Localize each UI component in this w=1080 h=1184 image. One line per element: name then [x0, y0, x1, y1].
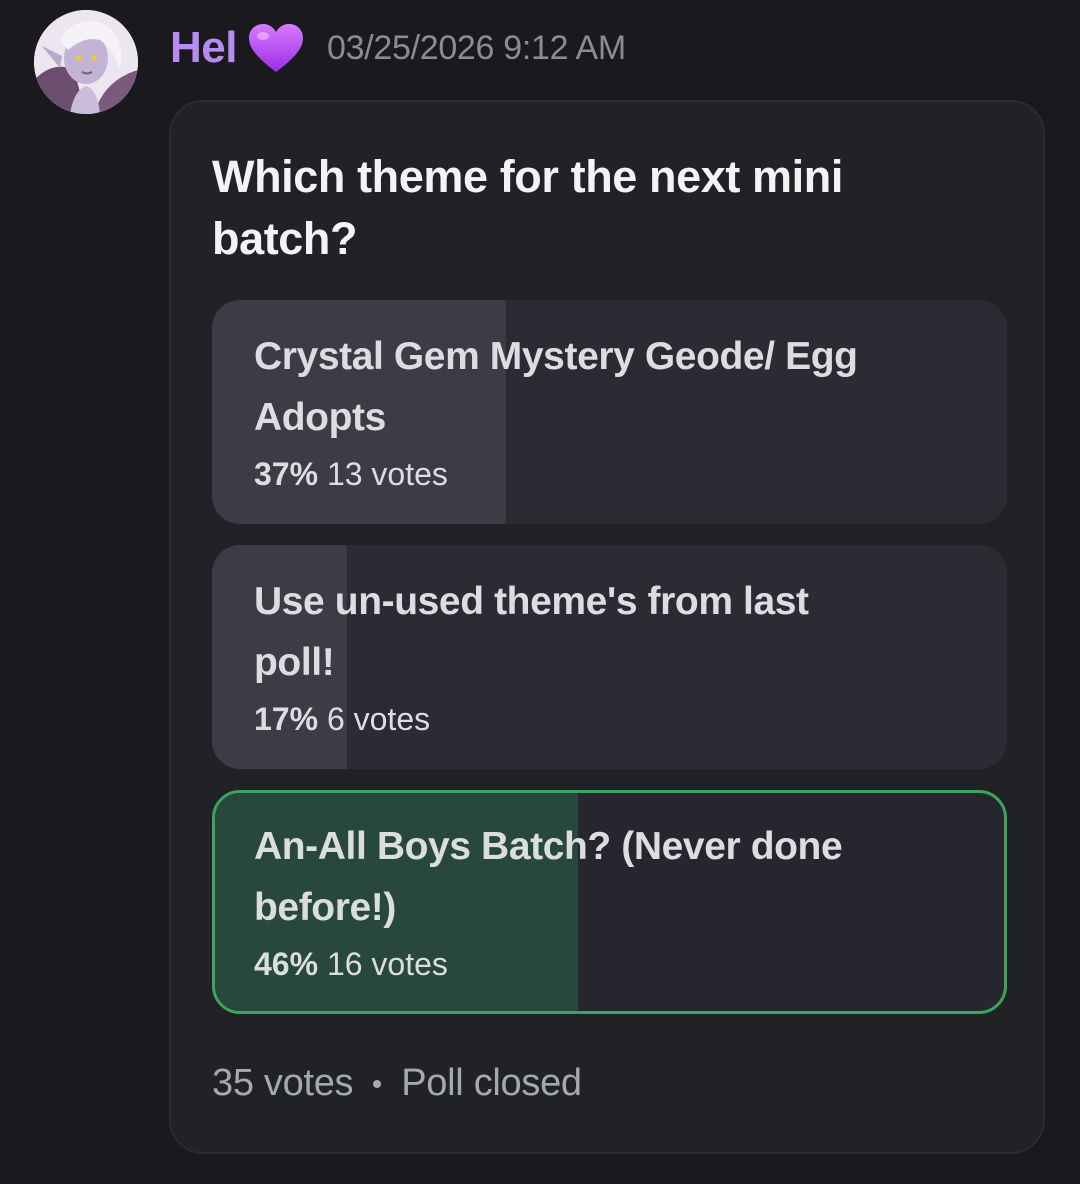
avatar[interactable]: [34, 10, 138, 114]
poll-option-1[interactable]: Crystal Gem Mystery Geode/ Egg Adopts 37…: [212, 300, 1007, 524]
poll-option-percent: 46%: [254, 946, 319, 982]
poll-option-2[interactable]: Use un-used theme's from last poll! 17% …: [212, 545, 1007, 769]
poll-option-label: An-All Boys Batch? (Never done before!): [254, 825, 843, 929]
message-timestamp: 03/25/2026 9:12 AM: [326, 28, 626, 67]
poll-card: Which theme for the next mini batch? Cry…: [169, 100, 1045, 1154]
poll-option-stats: 46% 16 votes: [254, 944, 964, 984]
poll-option-stats: 17% 6 votes: [254, 699, 967, 739]
poll-option-3-winner[interactable]: An-All Boys Batch? (Never done before!) …: [212, 790, 1007, 1014]
poll-option-percent: 37%: [254, 456, 319, 492]
separator-dot-icon: [373, 1079, 382, 1088]
message-header: Hel 03/25/2026 9:12 AM: [170, 16, 626, 80]
poll-option-votes: 13 votes: [326, 456, 448, 492]
poll-footer: 35 votes Poll closed: [212, 1062, 582, 1105]
poll-option-label: Use un-used theme's from last poll!: [254, 580, 809, 684]
poll-option-votes: 16 votes: [326, 946, 448, 982]
poll-option-votes: 6 votes: [326, 701, 431, 737]
purple-heart-icon: [247, 22, 305, 74]
poll-option-percent: 17%: [254, 701, 319, 737]
poll-option-stats: 37% 13 votes: [254, 454, 967, 494]
avatar-image: [34, 10, 138, 114]
poll-option-label: Crystal Gem Mystery Geode/ Egg Adopts: [254, 335, 858, 439]
author-name[interactable]: Hel: [170, 23, 237, 73]
poll-total-votes: 35 votes: [212, 1062, 354, 1104]
poll-status: Poll closed: [401, 1062, 582, 1104]
poll-question: Which theme for the next mini batch?: [212, 151, 843, 264]
